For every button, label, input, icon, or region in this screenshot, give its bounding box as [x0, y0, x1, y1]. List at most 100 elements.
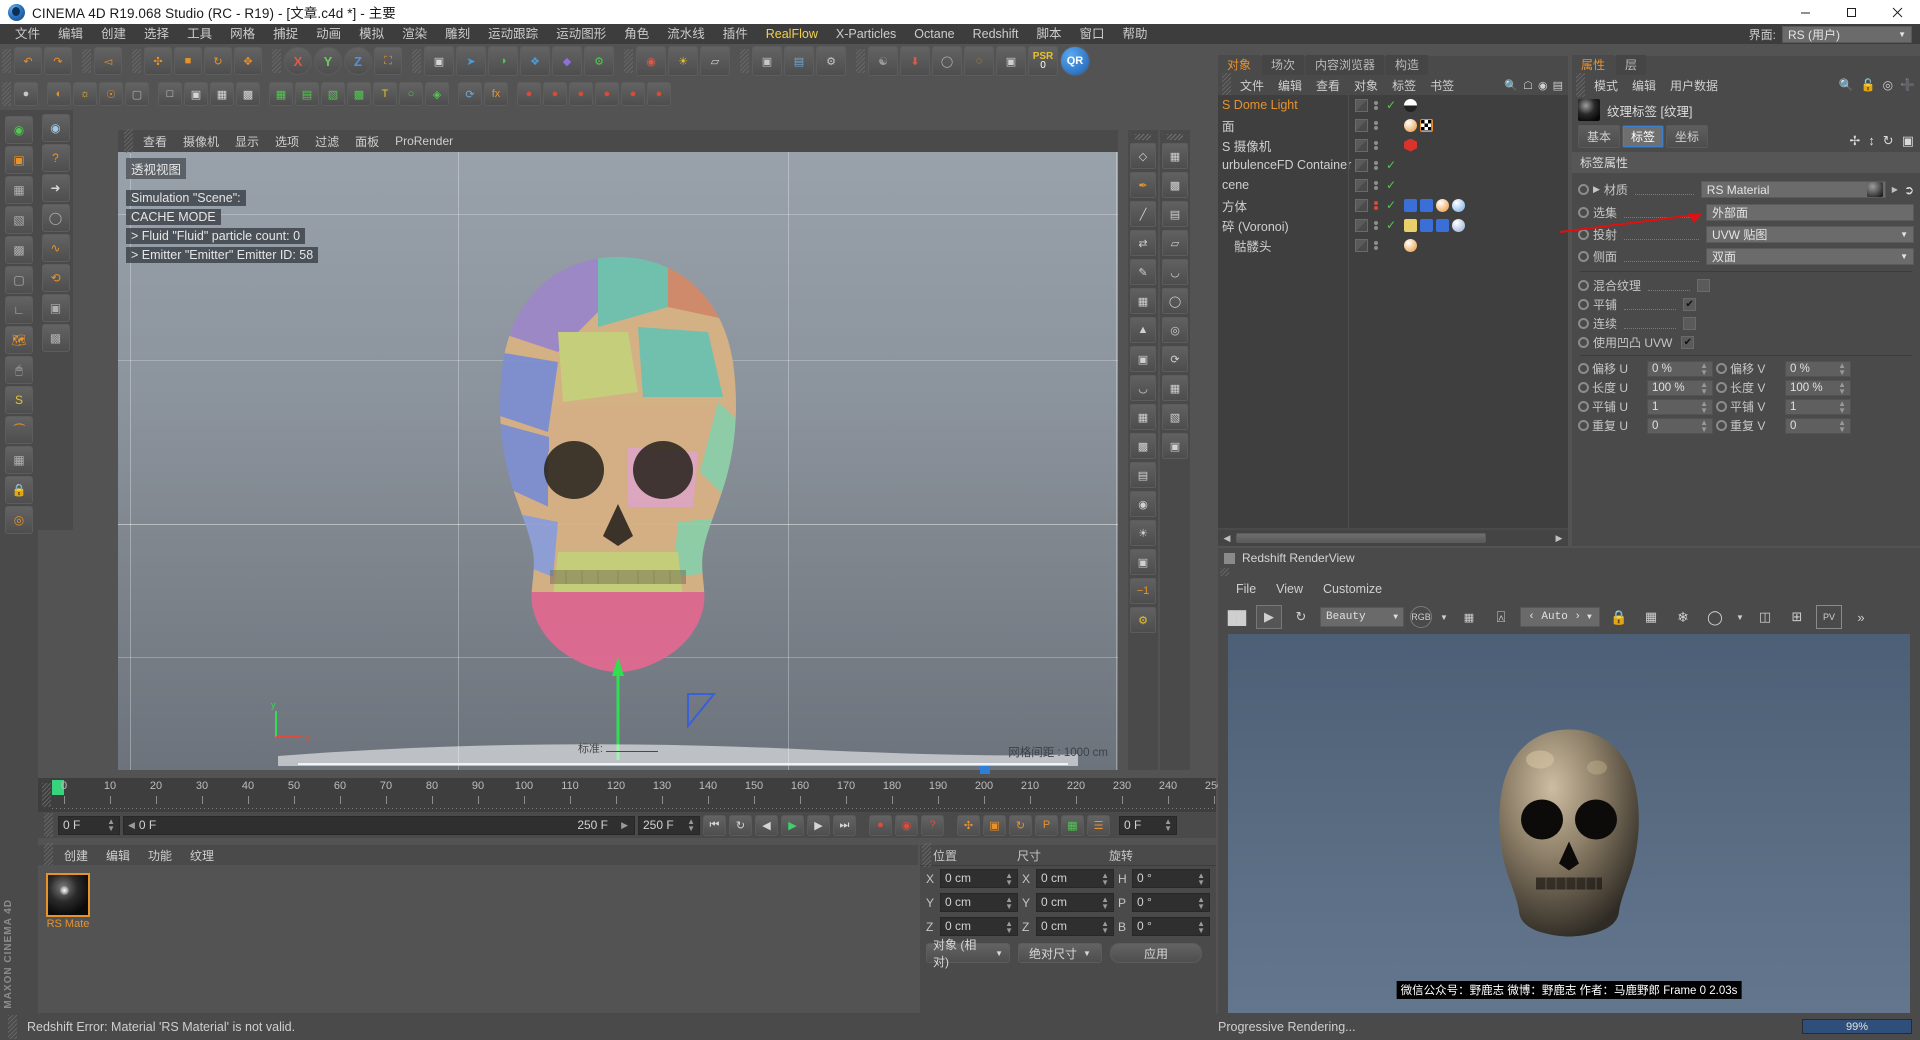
- menu-item-motion-tracker[interactable]: 运动跟踪: [479, 24, 547, 44]
- lock-axis-button[interactable]: 🔒: [5, 476, 33, 504]
- object-tags[interactable]: [1398, 199, 1568, 212]
- material-menu-texture[interactable]: 纹理: [181, 847, 223, 864]
- size-mode-dropdown[interactable]: 绝对尺寸 ▼: [1018, 943, 1102, 963]
- grid-deform-button[interactable]: ▦: [1162, 375, 1188, 401]
- dot-icon[interactable]: [1374, 241, 1378, 245]
- dot-icon[interactable]: [1374, 186, 1378, 190]
- tab-objects[interactable]: 对象: [1218, 55, 1260, 75]
- layout-dropdown[interactable]: RS (用户) ▼: [1782, 26, 1912, 43]
- subtab-coordinates[interactable]: 坐标: [1666, 125, 1708, 148]
- tab-layers[interactable]: 层: [1616, 55, 1646, 75]
- floor-button[interactable]: ▱: [700, 46, 730, 76]
- menu-item-create[interactable]: 创建: [92, 24, 135, 44]
- dot-icon[interactable]: [1374, 201, 1378, 205]
- spinner-icon[interactable]: ▲▼: [107, 818, 115, 832]
- numeric-field[interactable]: 0 %▲▼: [1785, 361, 1851, 377]
- side-dropdown[interactable]: 双面 ▼: [1706, 248, 1914, 265]
- dot-icon[interactable]: [1374, 106, 1378, 110]
- menu-item-mograph[interactable]: 运动图形: [547, 24, 615, 44]
- snap-button[interactable]: ◎: [5, 506, 33, 534]
- effects-button[interactable]: fx: [484, 82, 508, 106]
- go-to-end-button[interactable]: ⏭: [833, 815, 856, 836]
- rot-p-field[interactable]: 0 °▲▼: [1132, 893, 1210, 912]
- enabled-check-icon[interactable]: ✓: [1384, 178, 1398, 192]
- select-mode-2-button[interactable]: ▣: [184, 82, 208, 106]
- material-picker-icon[interactable]: ➲: [1904, 183, 1914, 197]
- transform-button[interactable]: ✥: [234, 47, 262, 75]
- menu-item-simulate[interactable]: 模拟: [350, 24, 393, 44]
- attribute-menu-userdata[interactable]: 用户数据: [1663, 77, 1725, 94]
- menu-item-tools[interactable]: 工具: [178, 24, 221, 44]
- tab-takes[interactable]: 场次: [1262, 55, 1304, 75]
- toolbar-grip-8[interactable]: [856, 49, 865, 73]
- deformer-button[interactable]: ◆: [552, 46, 582, 76]
- bridge-rail-button[interactable]: ⇄: [1130, 230, 1156, 256]
- dynamics-button[interactable]: ⟳: [458, 82, 482, 106]
- target-icon[interactable]: ◎: [1883, 78, 1893, 92]
- rotate-button[interactable]: ↻: [204, 47, 232, 75]
- pla-key-button[interactable]: ▦: [1061, 815, 1084, 836]
- keyframe-help-button[interactable]: ?: [921, 815, 944, 836]
- viewport-menu-options[interactable]: 选项: [267, 133, 307, 150]
- menu-item-sculpt[interactable]: 雕刻: [436, 24, 479, 44]
- toolbar-grip-2[interactable]: [82, 49, 91, 73]
- more-icon[interactable]: »: [1848, 605, 1874, 629]
- sculpt-brush-button[interactable]: ●: [14, 82, 38, 106]
- radio-icon[interactable]: [1578, 318, 1589, 329]
- import-button[interactable]: ⬇: [900, 46, 930, 76]
- radio-icon[interactable]: [1716, 363, 1727, 374]
- xp-system-button[interactable]: ●: [543, 82, 567, 106]
- torus-deform-button[interactable]: ◎: [1162, 317, 1188, 343]
- frame-range-slider[interactable]: ◀ 0 F 250 F ▶: [123, 816, 635, 835]
- edges-mode-button[interactable]: ▩: [5, 236, 33, 264]
- curve-tool-button[interactable]: ∿: [42, 234, 70, 262]
- mograph-fracture-button[interactable]: ▧: [321, 82, 345, 106]
- enabled-check-icon[interactable]: ✓: [1384, 158, 1398, 172]
- material-menu-edit[interactable]: 编辑: [97, 847, 139, 864]
- pos-y-field[interactable]: 0 cm▲▼: [940, 893, 1018, 912]
- viewport-menu-view[interactable]: 查看: [135, 133, 175, 150]
- render-menu-customize[interactable]: Customize: [1313, 582, 1392, 596]
- menu-item-redshift[interactable]: Redshift: [964, 24, 1028, 44]
- visibility-dots[interactable]: [1368, 161, 1384, 170]
- qr-button[interactable]: QR: [1060, 46, 1090, 76]
- scale-button[interactable]: ■: [174, 47, 202, 75]
- layout-icon[interactable]: ▤: [1553, 79, 1563, 92]
- spinner-icon[interactable]: ▲▼: [1197, 872, 1205, 886]
- circle-chevron-icon[interactable]: ▼: [1734, 605, 1746, 629]
- tab-attributes[interactable]: 属性: [1572, 55, 1614, 75]
- light-button[interactable]: ☀: [668, 46, 698, 76]
- spiral-tool-button[interactable]: ⟲: [42, 264, 70, 292]
- dot-icon[interactable]: [1374, 166, 1378, 170]
- spinner-icon-2[interactable]: ▲▼: [687, 818, 695, 832]
- render-pass-dropdown[interactable]: Beauty ▼: [1320, 607, 1404, 627]
- max-frame-field[interactable]: 250 F ▲▼: [638, 816, 700, 835]
- autokey-button[interactable]: ◉: [895, 815, 918, 836]
- tag-icon[interactable]: [1420, 219, 1433, 232]
- mixtexture-checkbox[interactable]: [1697, 279, 1710, 292]
- dot-icon[interactable]: [1374, 161, 1378, 165]
- eye-icon[interactable]: ◉: [1538, 79, 1548, 92]
- crop-icon[interactable]: ⍓: [1488, 605, 1514, 629]
- visibility-toggle[interactable]: [1355, 159, 1368, 172]
- xp-question-button[interactable]: ●: [595, 82, 619, 106]
- object-list-row[interactable]: S 摄像机: [1218, 135, 1568, 155]
- viewport-menu-prorender[interactable]: ProRender: [387, 134, 461, 148]
- render-view-button[interactable]: ▣: [752, 46, 782, 76]
- seamless-checkbox[interactable]: [1683, 317, 1696, 330]
- radio-icon[interactable]: [1716, 420, 1727, 431]
- spinner-icon[interactable]: ▲▼: [1101, 896, 1109, 910]
- object-tags[interactable]: [1398, 239, 1568, 252]
- snowflake-icon[interactable]: ❄: [1670, 605, 1696, 629]
- dot-icon[interactable]: [1374, 221, 1378, 225]
- helix-deform-button[interactable]: ⟳: [1162, 346, 1188, 372]
- array-button[interactable]: ❖: [520, 46, 550, 76]
- step-back-button[interactable]: ◀: [755, 815, 778, 836]
- spinner-icon[interactable]: ▲▼: [1838, 381, 1846, 395]
- loop-button[interactable]: ↻: [729, 815, 752, 836]
- select-mode-1-button[interactable]: □: [158, 82, 182, 106]
- sculpt-symmetry-button[interactable]: S: [5, 386, 33, 414]
- select-mode-3-button[interactable]: ▦: [210, 82, 234, 106]
- menu-item-realflow[interactable]: RealFlow: [757, 24, 827, 44]
- texture-lock-button[interactable]: ▦: [5, 446, 33, 474]
